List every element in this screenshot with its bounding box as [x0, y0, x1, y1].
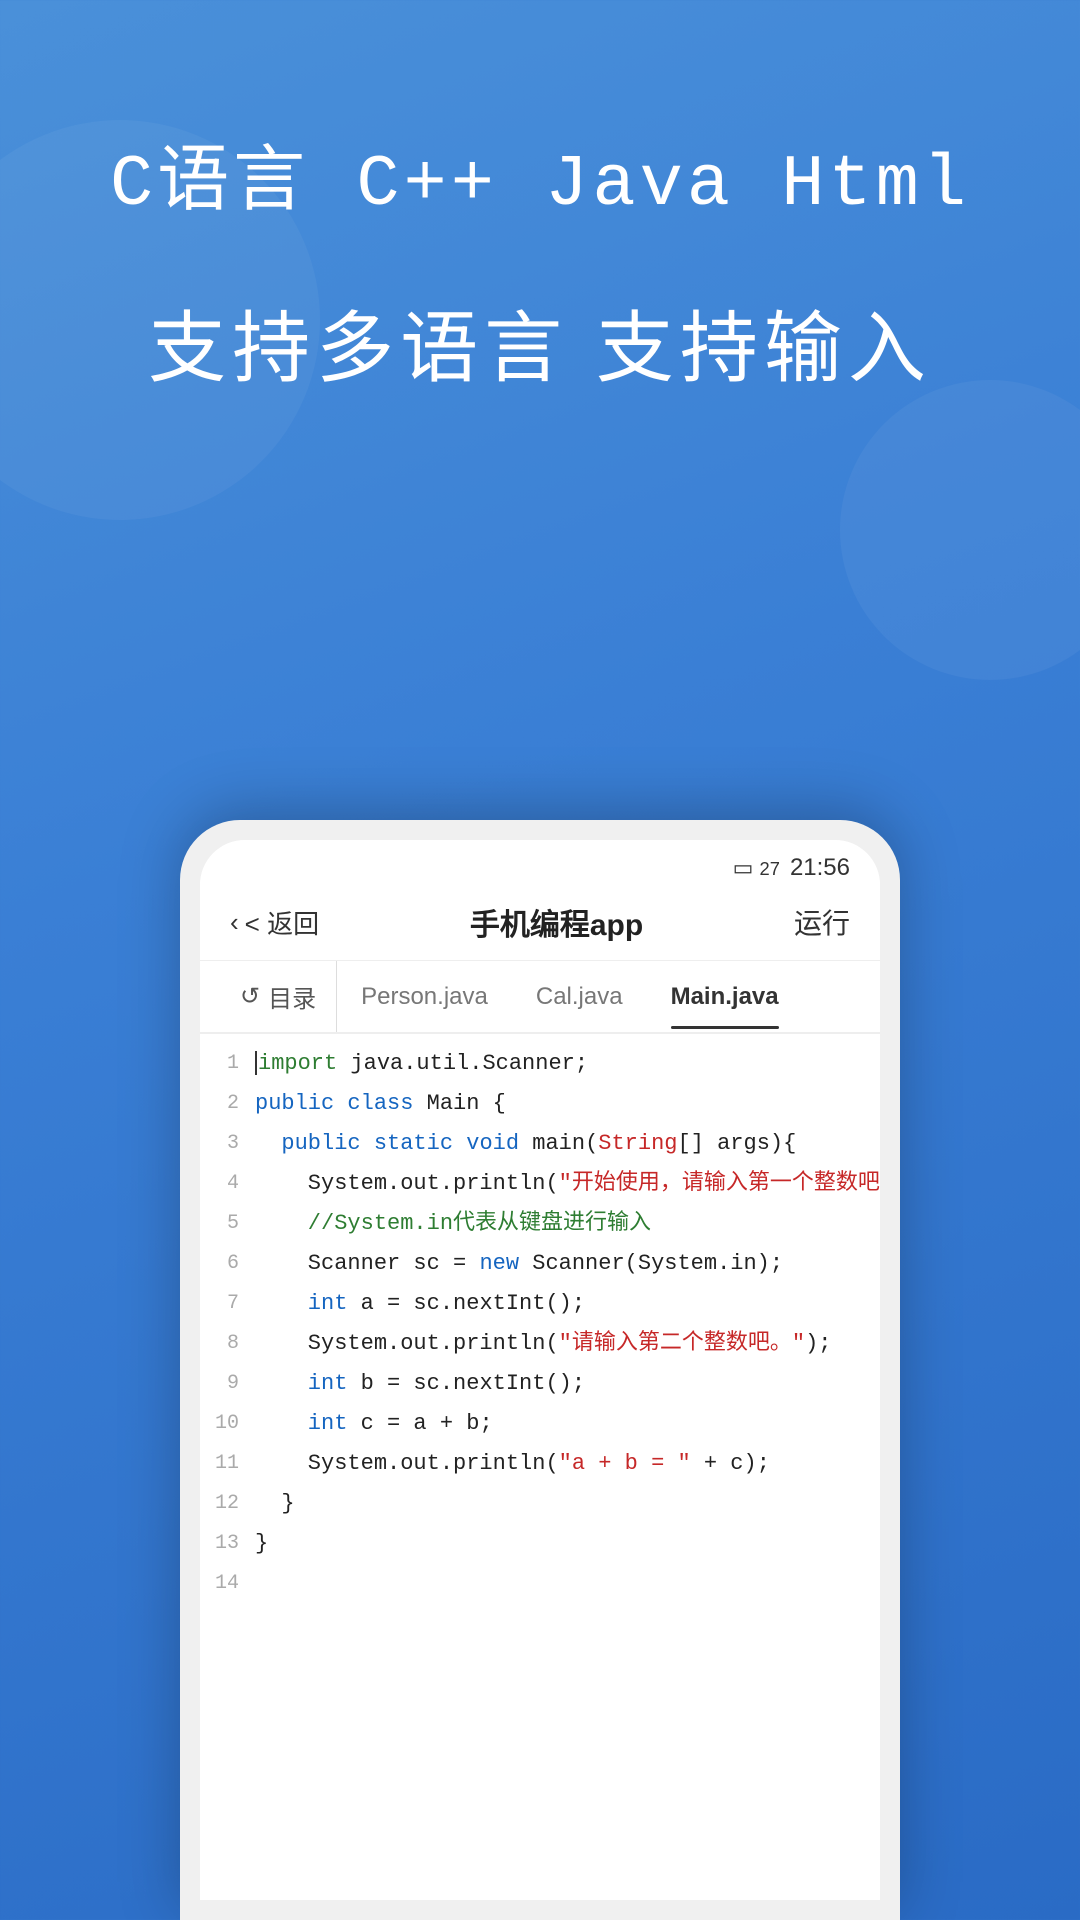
- code-line-5: 5 //System.in代表从键盘进行输入: [200, 1204, 880, 1244]
- code-line-6: 6 Scanner sc = new Scanner(System.in);: [200, 1244, 880, 1284]
- nav-bar: ‹ < 返回 手机编程app 运行: [200, 890, 880, 961]
- code-line-13: 13 }: [200, 1524, 880, 1564]
- code-editor[interactable]: 1 import java.util.Scanner; 2 public cla…: [200, 1034, 880, 1614]
- directory-tab[interactable]: ↺ 目录: [220, 961, 337, 1032]
- phone-mockup: ▭ 27 21:56 ‹ < 返回 手机编程app 运行 ↺ 目录 Per: [180, 820, 900, 1920]
- code-line-14: 14: [200, 1564, 880, 1604]
- back-button[interactable]: ‹ < 返回: [230, 904, 319, 941]
- code-line-10: 10 int c = a + b;: [200, 1404, 880, 1444]
- tab-cal-java[interactable]: Cal.java: [512, 965, 647, 1029]
- code-line-9: 9 int b = sc.nextInt();: [200, 1364, 880, 1404]
- hero-subtitle: 支持多语言 支持输入: [0, 286, 1080, 398]
- bg-decoration-2: [840, 380, 1080, 680]
- phone-inner: ▭ 27 21:56 ‹ < 返回 手机编程app 运行 ↺ 目录 Per: [200, 840, 880, 1900]
- hero-section: C语言 C++ Java Html 支持多语言 支持输入: [0, 120, 1080, 398]
- hero-title: C语言 C++ Java Html: [0, 120, 1080, 226]
- app-title: 手机编程app: [470, 900, 643, 944]
- tabs-bar: ↺ 目录 Person.java Cal.java Main.java: [200, 961, 880, 1034]
- tab-person-java[interactable]: Person.java: [337, 965, 512, 1029]
- code-line-4: 4 System.out.println("开始使用，请输入第一个整数吧。");: [200, 1164, 880, 1204]
- code-line-3: 3 public static void main(String[] args)…: [200, 1124, 880, 1164]
- refresh-icon: ↺: [240, 982, 260, 1011]
- code-line-7: 7 int a = sc.nextInt();: [200, 1284, 880, 1324]
- battery-icon: ▭ 27: [733, 855, 780, 881]
- code-line-12: 12 }: [200, 1484, 880, 1524]
- tab-main-java[interactable]: Main.java: [647, 965, 803, 1029]
- back-arrow-icon: ‹: [230, 907, 239, 938]
- time-display: 21:56: [790, 854, 850, 882]
- back-label: < 返回: [245, 904, 319, 941]
- directory-label: 目录: [268, 979, 316, 1014]
- status-bar: ▭ 27 21:56: [200, 840, 880, 890]
- code-line-2: 2 public class Main {: [200, 1084, 880, 1124]
- code-line-11: 11 System.out.println("a + b = " + c);: [200, 1444, 880, 1484]
- code-line-8: 8 System.out.println("请输入第二个整数吧。");: [200, 1324, 880, 1364]
- code-line-1: 1 import java.util.Scanner;: [200, 1044, 880, 1084]
- phone-shell: ▭ 27 21:56 ‹ < 返回 手机编程app 运行 ↺ 目录 Per: [180, 820, 900, 1920]
- run-button[interactable]: 运行: [794, 902, 850, 942]
